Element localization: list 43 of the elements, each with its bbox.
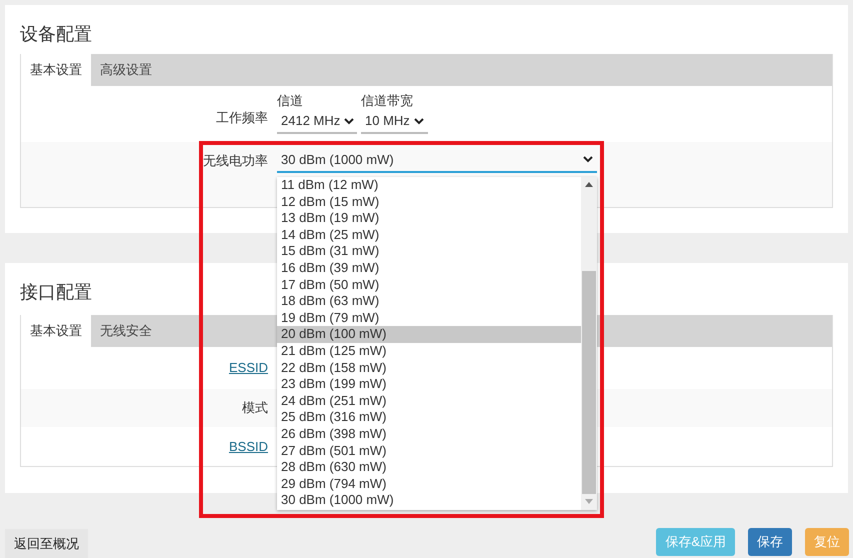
dropdown-option[interactable]: 18 dBm (63 mW): [277, 293, 581, 310]
dropdown-option[interactable]: 28 dBm (630 mW): [277, 459, 581, 476]
chevron-down-icon: [344, 118, 354, 124]
back-button[interactable]: 返回至概况: [5, 529, 88, 558]
dropdown-option[interactable]: 13 dBm (19 mW): [277, 210, 581, 227]
dropdown-option[interactable]: 25 dBm (316 mW): [277, 409, 581, 426]
section-title: 接口配置: [20, 282, 92, 302]
dropdown-option[interactable]: 20 dBm (100 mW): [277, 326, 581, 343]
dropdown-option[interactable]: 29 dBm (794 mW): [277, 476, 581, 492]
dropdown-option[interactable]: 14 dBm (25 mW): [277, 226, 581, 244]
dropdown-option[interactable]: 12 dBm (15 mW): [277, 194, 581, 210]
select-field[interactable]: 2412 MHz: [277, 110, 357, 134]
tab[interactable]: 高级设置: [91, 54, 161, 86]
action-button[interactable]: 保存: [748, 528, 792, 556]
dropdown-option[interactable]: 27 dBm (501 mW): [277, 442, 581, 460]
section-title: 设备配置: [20, 24, 92, 44]
field-label: 信道带宽: [361, 92, 414, 110]
scrollbar-thumb[interactable]: [582, 271, 596, 494]
select-field[interactable]: 30 dBm (1000 mW): [277, 148, 597, 173]
scrollbar[interactable]: [581, 177, 597, 510]
dropdown-option[interactable]: 16 dBm (39 mW): [277, 260, 581, 277]
dropdown-option[interactable]: 30 dBm (1000 mW): [277, 492, 581, 509]
dropdown-option[interactable]: 21 dBm (125 mW): [277, 342, 581, 360]
dropdown-option[interactable]: 26 dBm (398 mW): [277, 426, 581, 442]
dropdown-option[interactable]: 15 dBm (31 mW): [277, 243, 581, 260]
field-label: 模式: [242, 399, 268, 418]
field-label: 工作频率: [216, 108, 268, 126]
field-link[interactable]: BSSID: [228, 436, 268, 456]
dropdown-option[interactable]: 22 dBm (158 mW): [277, 360, 581, 376]
dropdown-option[interactable]: 23 dBm (199 mW): [277, 376, 581, 393]
tab[interactable]: 无线安全: [91, 315, 161, 347]
dropdown-option[interactable]: 24 dBm (251 mW): [277, 392, 581, 410]
dropdown-option[interactable]: 11 dBm (12 mW): [277, 177, 581, 194]
dropdown-option[interactable]: 17 dBm (50 mW): [277, 276, 581, 294]
chevron-down-icon: [414, 118, 424, 124]
tab[interactable]: 基本设置: [21, 315, 91, 347]
chevron-down-icon: [583, 156, 593, 163]
field-link[interactable]: ESSID: [228, 358, 268, 378]
select-field[interactable]: 10 MHz: [361, 110, 428, 134]
field-label: 无线电功率: [203, 152, 268, 170]
field-label: 信道: [277, 92, 304, 110]
tab[interactable]: 基本设置: [21, 54, 91, 86]
dropdown-option[interactable]: 19 dBm (79 mW): [277, 310, 581, 326]
